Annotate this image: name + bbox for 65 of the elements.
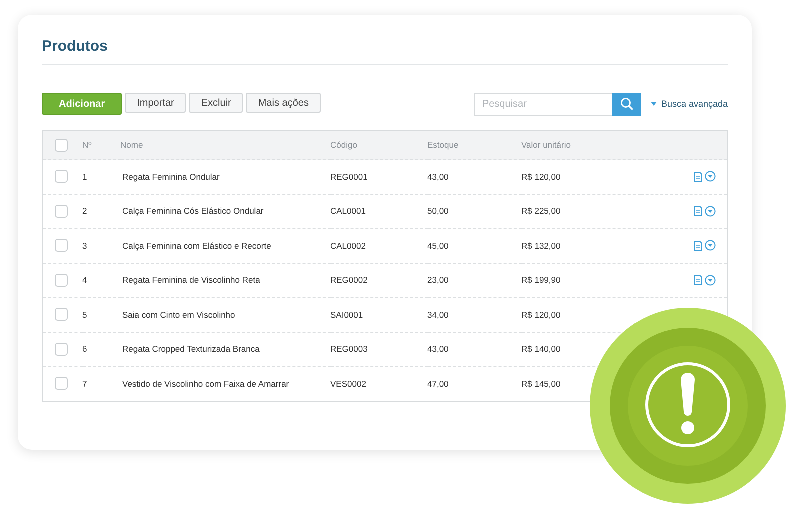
dropdown-icon[interactable] [705,171,716,182]
column-header: Estoque [428,130,522,160]
table-cell: R$ 132,00 [522,240,561,251]
page-title: Produtos [42,37,109,57]
table-cell: 1 [82,172,88,182]
checkbox[interactable] [55,170,68,184]
table-cell: Regata Cropped Texturizada Branca [122,344,260,354]
checkbox[interactable] [55,138,68,152]
table-cell: R$ 120,00 [522,172,561,182]
toolbar-button[interactable]: Excluir [189,93,244,113]
column-header: Nº [82,130,120,160]
table-cell: CAL0002 [330,240,366,251]
checkbox[interactable] [55,377,68,390]
table-cell: Vestido de Viscolinho com Faixa de Amarrar [122,378,290,389]
search-button[interactable] [612,92,642,116]
column-header: Nome [120,130,330,160]
table-cell: Calça Feminina com Elástico e Recorte [122,240,272,251]
table-cell: 23,00 [428,275,449,286]
table-cell: VES0002 [330,378,366,389]
column-header: Código [330,130,428,160]
checkbox[interactable] [55,204,68,218]
table-cell: Calça Feminina Cós Elástico Ondular [122,206,264,216]
document-icon[interactable] [694,206,703,216]
dropdown-icon[interactable] [705,206,716,217]
table-cell: 43,00 [428,344,449,354]
table-cell: 47,00 [428,378,449,389]
table-cell: SAI0001 [330,310,364,320]
table-cell: 34,00 [428,310,449,320]
document-icon[interactable] [694,172,703,182]
table-cell: 5 [82,310,88,320]
table-cell: Saia com Cinto em Viscolinho [122,310,236,320]
table-cell: 50,00 [428,206,449,216]
table-cell: 6 [82,344,88,354]
caret-icon [651,102,658,106]
checkbox[interactable] [55,342,68,356]
checkbox[interactable] [55,274,68,287]
checkbox[interactable] [55,308,68,322]
table-cell: R$ 120,00 [522,310,561,320]
table-cell: REG0002 [330,275,368,286]
table-cell: Regata Feminina Ondular [122,172,220,182]
table-cell: R$ 225,00 [522,206,561,216]
table-cell: 2 [82,206,88,216]
document-icon[interactable] [694,240,703,251]
column-header: Valor unitário [522,130,642,160]
table-cell: 4 [82,275,88,286]
table-cell: 43,00 [428,172,449,182]
table-cell: REG0001 [330,172,368,182]
advanced-search-link[interactable]: Busca avançada [661,99,728,109]
dropdown-icon[interactable] [705,240,716,252]
table-cell: 7 [82,378,88,389]
table-cell: 3 [82,240,88,251]
toolbar-button[interactable]: Mais ações [246,93,321,113]
table-cell: R$ 140,00 [522,344,561,354]
table-cell: REG0003 [330,344,368,354]
table-cell: CAL0001 [330,206,366,216]
table-cell: R$ 199,90 [522,275,561,286]
table-cell: 45,00 [428,240,449,251]
table-cell: Regata Feminina de Viscolinho Reta [122,275,260,286]
table-cell: R$ 145,00 [522,378,561,389]
toolbar-button[interactable]: Importar [125,93,186,113]
document-icon[interactable] [694,275,703,286]
search-field[interactable]: Pesquisar [474,92,612,116]
search-icon [620,97,634,111]
checkbox[interactable] [55,239,68,252]
dropdown-icon[interactable] [705,274,716,286]
